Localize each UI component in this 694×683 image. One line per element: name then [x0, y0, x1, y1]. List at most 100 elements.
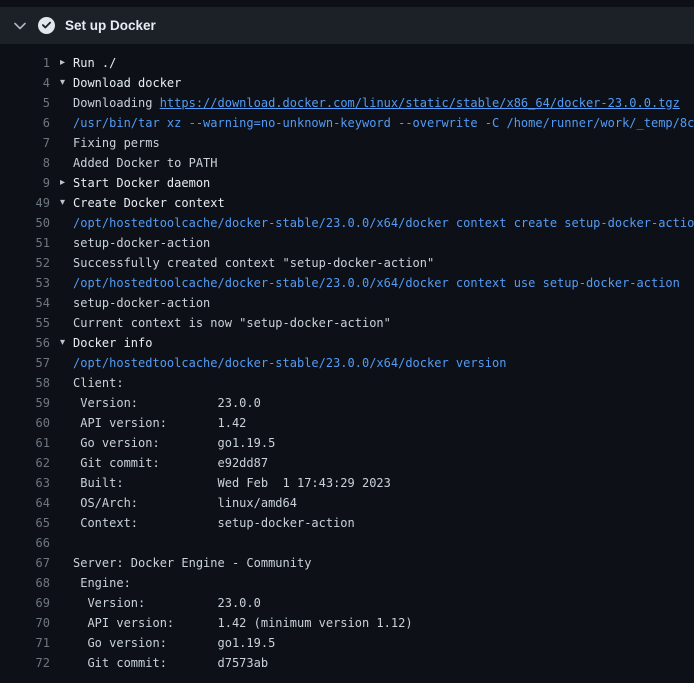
log-line: 70 API version: 1.42 (minimum version 1.…	[0, 613, 694, 633]
marker-spacer	[60, 93, 73, 113]
line-number[interactable]: 1	[0, 53, 50, 73]
log-line: 66	[0, 533, 694, 553]
log-plain-text: Server: Docker Engine - Community	[73, 556, 311, 570]
log-text: Version: 23.0.0	[73, 593, 694, 613]
line-number[interactable]: 56	[0, 333, 50, 353]
line-number[interactable]: 50	[0, 213, 50, 233]
line-number[interactable]: 66	[0, 533, 50, 553]
log-text: Version: 23.0.0	[73, 393, 694, 413]
line-number[interactable]: 54	[0, 293, 50, 313]
line-number[interactable]: 52	[0, 253, 50, 273]
chevron-down-icon[interactable]	[14, 22, 26, 30]
marker-spacer	[60, 213, 73, 233]
log-group-line[interactable]: 4▾Download docker	[0, 73, 694, 93]
marker-spacer	[60, 433, 73, 453]
marker-spacer	[60, 593, 73, 613]
line-number[interactable]: 8	[0, 153, 50, 173]
log-plain-text: Git commit: e92dd87	[73, 456, 268, 470]
line-number[interactable]: 4	[0, 73, 50, 93]
log-line: 55 Current context is now "setup-docker-a…	[0, 313, 694, 333]
log-command-text: /opt/hostedtoolcache/docker-stable/23.0.…	[73, 216, 694, 230]
log-line: 7 Fixing perms	[0, 133, 694, 153]
group-collapse-icon[interactable]: ▾	[60, 193, 73, 213]
log-line: 63 Built: Wed Feb 1 17:43:29 2023	[0, 473, 694, 493]
log-plain-text: OS/Arch: linux/amd64	[73, 496, 297, 510]
line-number[interactable]: 69	[0, 593, 50, 613]
log-plain-text: Start Docker daemon	[73, 176, 210, 190]
line-number[interactable]: 62	[0, 453, 50, 473]
marker-spacer	[60, 613, 73, 633]
line-number[interactable]: 7	[0, 133, 50, 153]
line-number[interactable]: 5	[0, 93, 50, 113]
log-text: /opt/hostedtoolcache/docker-stable/23.0.…	[73, 353, 694, 373]
line-number[interactable]: 59	[0, 393, 50, 413]
log-line: 51 setup-docker-action	[0, 233, 694, 253]
log-line: 57/opt/hostedtoolcache/docker-stable/23.…	[0, 353, 694, 373]
log-line: 58 Client:	[0, 373, 694, 393]
group-expand-icon[interactable]: ▸	[60, 53, 73, 73]
line-number[interactable]: 55	[0, 313, 50, 333]
group-expand-icon[interactable]: ▸	[60, 173, 73, 193]
line-number[interactable]: 72	[0, 653, 50, 673]
log-text: Run ./	[73, 53, 694, 73]
log-text: Go version: go1.19.5	[73, 433, 694, 453]
marker-spacer	[60, 313, 73, 333]
marker-spacer	[60, 153, 73, 173]
marker-spacer	[60, 533, 73, 553]
log-group-line[interactable]: 1 ▸Run ./	[0, 53, 694, 73]
line-number[interactable]: 6	[0, 113, 50, 133]
marker-spacer	[60, 453, 73, 473]
group-collapse-icon[interactable]: ▾	[60, 333, 73, 353]
log-plain-text: setup-docker-action	[73, 236, 210, 250]
log-group-line[interactable]: 49 ▾Create Docker context	[0, 193, 694, 213]
marker-spacer	[60, 553, 73, 573]
marker-spacer	[60, 473, 73, 493]
line-number[interactable]: 68	[0, 573, 50, 593]
log-text: setup-docker-action	[73, 233, 694, 253]
log-line: 62 Git commit: e92dd87	[0, 453, 694, 473]
line-number[interactable]: 49	[0, 193, 50, 213]
workflow-log-panel: Set up Docker 1▸Run ./4▾Download docker5…	[0, 7, 694, 683]
line-number[interactable]: 60	[0, 413, 50, 433]
line-number[interactable]: 67	[0, 553, 50, 573]
line-number[interactable]: 64	[0, 493, 50, 513]
log-plain-text: Current context is now "setup-docker-act…	[73, 316, 391, 330]
line-number[interactable]: 58	[0, 373, 50, 393]
log-link[interactable]: https://download.docker.com/linux/static…	[160, 96, 680, 110]
step-header[interactable]: Set up Docker	[0, 7, 694, 44]
log-line: 5 Downloading https://download.docker.com…	[0, 93, 694, 113]
log-plain-text: Fixing perms	[73, 136, 160, 150]
log-text: Client:	[73, 373, 694, 393]
marker-spacer	[60, 133, 73, 153]
log-plain-text: Client:	[73, 376, 124, 390]
marker-spacer	[60, 373, 73, 393]
log-line: 6/usr/bin/tar xz --warning=no-unknown-ke…	[0, 113, 694, 133]
line-number[interactable]: 61	[0, 433, 50, 453]
log-text: Go version: go1.19.5	[73, 633, 694, 653]
log-line: 8 Added Docker to PATH	[0, 153, 694, 173]
line-number[interactable]: 70	[0, 613, 50, 633]
log-plain-text: Engine:	[73, 576, 131, 590]
line-number[interactable]: 9	[0, 173, 50, 193]
log-text: Built: Wed Feb 1 17:43:29 2023	[73, 473, 694, 493]
log-text: Context: setup-docker-action	[73, 513, 694, 533]
log-text: Git commit: e92dd87	[73, 453, 694, 473]
line-number[interactable]: 51	[0, 233, 50, 253]
line-number[interactable]: 53	[0, 273, 50, 293]
line-number[interactable]: 71	[0, 633, 50, 653]
line-number[interactable]: 57	[0, 353, 50, 373]
group-collapse-icon[interactable]: ▾	[60, 73, 73, 93]
line-number[interactable]: 65	[0, 513, 50, 533]
log-line: 65 Context: setup-docker-action	[0, 513, 694, 533]
log-group-line[interactable]: 9 ▸Start Docker daemon	[0, 173, 694, 193]
log-plain-text: Run ./	[73, 56, 116, 70]
line-number[interactable]: 63	[0, 473, 50, 493]
log-group-line[interactable]: 56▾Docker info	[0, 333, 694, 353]
log-line: 54setup-docker-action	[0, 293, 694, 313]
log-plain-text: Added Docker to PATH	[73, 156, 218, 170]
log-plain-text: Create Docker context	[73, 196, 225, 210]
log-text: /usr/bin/tar xz --warning=no-unknown-key…	[73, 113, 694, 133]
log-line: 67 Server: Docker Engine - Community	[0, 553, 694, 573]
log-text: Git commit: d7573ab	[73, 653, 694, 673]
log-plain-text: Downloading	[73, 96, 160, 110]
